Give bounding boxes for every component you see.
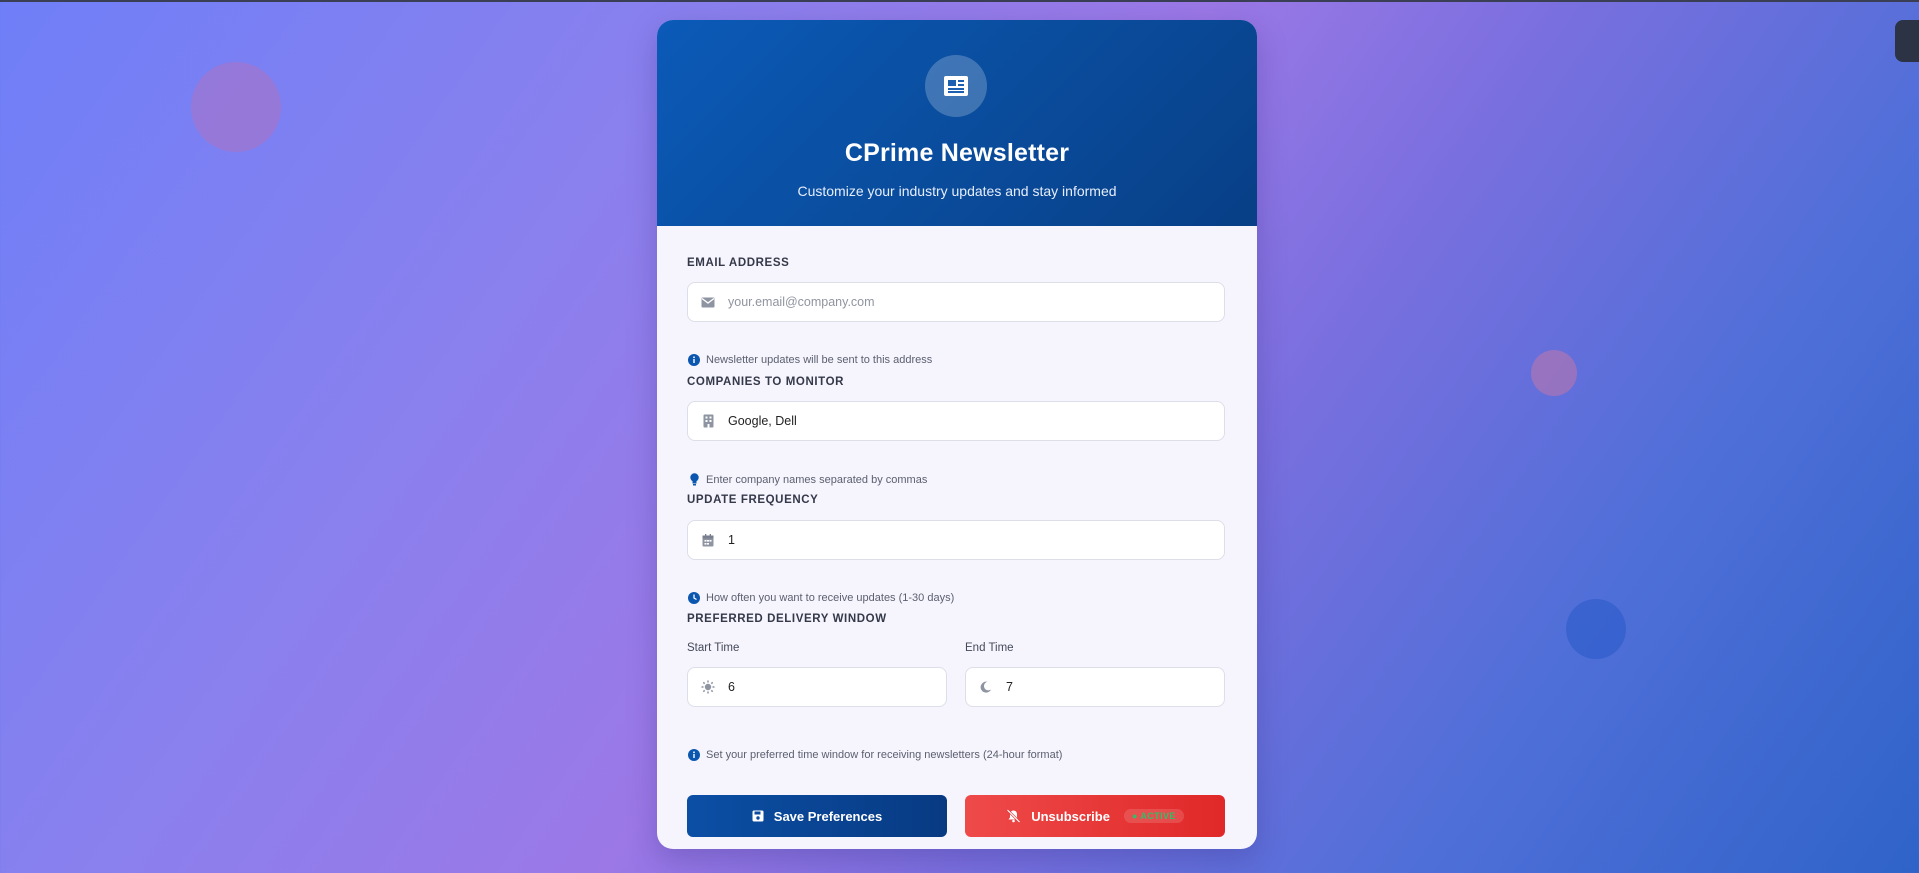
end-time-label: End Time xyxy=(965,642,1014,654)
delivery-label-text: PREFERRED DELIVERY WINDOW xyxy=(687,613,887,625)
start-time-value: 6 xyxy=(728,680,735,694)
companies-hint: Enter company names separated by commas xyxy=(687,473,927,486)
newspaper-icon xyxy=(925,55,987,117)
end-time-value: 7 xyxy=(1006,680,1013,694)
unsubscribe-button-label: Unsubscribe xyxy=(1031,808,1110,824)
frequency-field[interactable]: 1 xyxy=(687,520,1225,560)
card-header: CPrime Newsletter Customize your industr… xyxy=(657,20,1257,226)
companies-field[interactable]: Google, Dell xyxy=(687,401,1225,441)
email-placeholder: your.email@company.com xyxy=(728,295,875,309)
envelope-icon xyxy=(688,297,728,308)
decorative-bubble xyxy=(1566,599,1626,659)
lightbulb-icon xyxy=(687,473,701,486)
building-icon xyxy=(688,414,728,428)
frequency-label: UPDATE FREQUENCY xyxy=(687,494,1225,506)
newsletter-card: CPrime Newsletter Customize your industr… xyxy=(657,20,1257,849)
start-time-field[interactable]: 6 xyxy=(687,667,947,707)
delivery-hint-text: Set your preferred time window for recei… xyxy=(706,749,1063,761)
companies-value: Google, Dell xyxy=(728,414,797,428)
decorative-bubble xyxy=(191,62,281,152)
moon-icon xyxy=(966,681,1006,693)
email-field[interactable]: your.email@company.com xyxy=(687,282,1225,322)
save-button-label: Save Preferences xyxy=(773,808,883,824)
companies-label-text: COMPANIES TO MONITOR xyxy=(687,376,845,388)
page-subtitle: Customize your industry updates and stay… xyxy=(797,183,1117,199)
calendar-icon xyxy=(688,533,728,547)
info-icon xyxy=(687,749,701,761)
sun-icon xyxy=(688,680,728,694)
info-icon xyxy=(687,354,701,366)
bell-slash-icon xyxy=(1006,809,1021,823)
unsubscribe-button[interactable]: Unsubscribe ● ACTIVE xyxy=(965,795,1225,837)
side-panel-tab[interactable] xyxy=(1895,20,1919,62)
end-time-field[interactable]: 7 xyxy=(965,667,1225,707)
email-hint-text: Newsletter updates will be sent to this … xyxy=(706,354,933,366)
frequency-value: 1 xyxy=(728,533,735,547)
companies-hint-text: Enter company names separated by commas xyxy=(706,473,928,486)
email-label: EMAIL ADDRESS xyxy=(687,257,1225,269)
delivery-label: PREFERRED DELIVERY WINDOW xyxy=(687,613,1225,625)
top-border xyxy=(0,0,1919,2)
companies-label: COMPANIES TO MONITOR xyxy=(687,376,1225,388)
email-hint: Newsletter updates will be sent to this … xyxy=(687,354,932,366)
decorative-bubble xyxy=(1531,350,1577,396)
page-title: CPrime Newsletter xyxy=(844,139,1070,167)
save-preferences-button[interactable]: Save Preferences xyxy=(687,795,947,837)
frequency-hint: How often you want to receive updates (1… xyxy=(687,592,954,604)
email-label-text: EMAIL ADDRESS xyxy=(687,257,790,269)
status-badge-text: ACTIVE xyxy=(1140,811,1176,821)
delivery-hint: Set your preferred time window for recei… xyxy=(687,749,1062,761)
save-icon xyxy=(752,810,764,822)
frequency-label-text: UPDATE FREQUENCY xyxy=(687,494,819,506)
start-time-label: Start Time xyxy=(687,642,740,654)
clock-icon xyxy=(687,592,701,604)
status-badge: ● ACTIVE xyxy=(1123,809,1184,823)
frequency-hint-text: How often you want to receive updates (1… xyxy=(706,592,955,604)
